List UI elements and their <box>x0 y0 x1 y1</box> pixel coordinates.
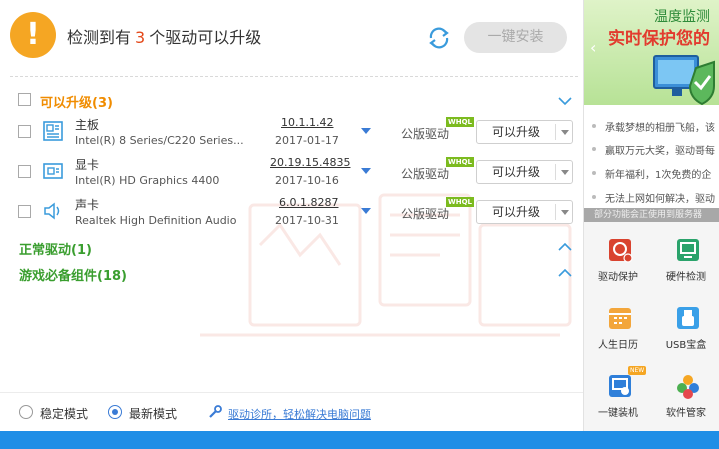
banner-subtitle: 实时保护您的 <box>608 29 710 49</box>
news-list: 承载梦想的相册飞船，该 赢取万元大奖，驱动哥每 新年福利，1次免费的企 无法上网… <box>584 105 719 222</box>
driver-checkbox[interactable] <box>18 205 31 218</box>
usb-icon <box>677 307 699 329</box>
driver-clinic-link[interactable]: 驱动诊所，轻松解决电脑问题 <box>228 406 371 422</box>
version-dropdown-icon[interactable] <box>361 128 371 134</box>
motherboard-icon <box>43 121 63 141</box>
upgrade-action-button[interactable]: 可以升级 <box>476 120 573 144</box>
news-item[interactable]: 无法上网如何解决，驱动 <box>592 190 715 205</box>
mode-stable-radio[interactable] <box>19 405 33 419</box>
driver-checkbox[interactable] <box>18 165 31 178</box>
footer-divider <box>0 392 583 393</box>
expand-normal-chevron-icon[interactable] <box>557 242 573 252</box>
device-model: Realtek High Definition Audio <box>75 214 237 227</box>
driver-type: 公版驱动 <box>401 207 450 221</box>
tool-label: 人生日历 <box>598 340 638 351</box>
whql-badge: WHQL <box>446 157 474 167</box>
software-manager-icon <box>677 375 699 399</box>
button-separator <box>555 164 556 180</box>
tool-one-click-install[interactable]: NEW 一键装机 <box>584 364 652 431</box>
driver-date: 2017-01-17 <box>275 134 339 147</box>
warning-icon: ! <box>10 12 56 58</box>
graphics-card-icon <box>43 163 63 179</box>
section-game-title[interactable]: 游戏必备组件(18) <box>19 265 127 284</box>
driver-main-panel: ! 检测到有 3 个驱动可以升级 一键安装 可以升级(3) 主板 Intel(R) … <box>0 0 583 431</box>
one-click-install-button[interactable]: 一键安装 <box>464 22 567 53</box>
headline-prefix: 检测到有 <box>67 28 132 47</box>
mode-latest-label[interactable]: 最新模式 <box>129 405 177 422</box>
upgrade-action-label: 可以升级 <box>491 125 540 139</box>
chevron-down-icon[interactable] <box>561 130 569 135</box>
tool-label: 软件管家 <box>666 408 706 419</box>
driver-type: 公版驱动 <box>401 167 450 181</box>
device-name: 声卡 <box>75 198 100 212</box>
device-model: Intel(R) 8 Series/C220 Series... <box>75 134 244 147</box>
refresh-icon[interactable] <box>425 24 453 52</box>
tool-label: 驱动保护 <box>598 272 638 283</box>
calendar-icon <box>609 308 631 329</box>
upgrade-count: 3 <box>135 28 146 47</box>
whql-badge: WHQL <box>446 117 474 127</box>
speaker-icon <box>44 202 60 220</box>
section-upgradable-title[interactable]: 可以升级(3) <box>40 92 113 111</box>
driver-version-link[interactable]: 20.19.15.4835 <box>270 156 350 169</box>
detection-header: ! 检测到有 3 个驱动可以升级 一键安装 <box>0 0 583 75</box>
device-model: Intel(R) HD Graphics 4400 <box>75 174 220 187</box>
device-name: 显卡 <box>75 158 100 172</box>
driver-date: 2017-10-16 <box>275 174 339 187</box>
tool-driver-protect[interactable]: 驱动保护 <box>584 228 652 296</box>
tool-software-manager[interactable]: 软件管家 <box>652 364 719 431</box>
banner-title: 温度监测 <box>654 9 710 25</box>
expand-game-chevron-icon[interactable] <box>557 268 573 278</box>
driver-checkbox[interactable] <box>18 125 31 138</box>
mode-latest-radio[interactable] <box>108 405 122 419</box>
driver-protect-icon <box>609 239 633 263</box>
bottom-status-bar <box>0 431 719 449</box>
whql-badge: WHQL <box>446 197 474 207</box>
version-dropdown-icon[interactable] <box>361 208 371 214</box>
upgrade-action-button[interactable]: 可以升级 <box>476 200 573 224</box>
headline-suffix: 个驱动可以升级 <box>149 28 262 47</box>
upgrade-action-label: 可以升级 <box>491 205 540 219</box>
driver-version-link[interactable]: 6.0.1.8287 <box>279 196 338 209</box>
news-item[interactable]: 承载梦想的相册飞船，该 <box>592 119 715 134</box>
chevron-down-icon[interactable] <box>561 210 569 215</box>
tool-calendar[interactable]: 人生日历 <box>584 296 652 364</box>
detection-headline: 检测到有 3 个驱动可以升级 <box>67 24 261 48</box>
section-normal-title[interactable]: 正常驱动(1) <box>19 239 92 258</box>
tool-label: 硬件检测 <box>666 272 706 283</box>
driver-type: 公版驱动 <box>401 127 450 141</box>
driver-date: 2017-10-31 <box>275 214 339 227</box>
tool-usb[interactable]: USB宝盒 <box>652 296 719 364</box>
version-dropdown-icon[interactable] <box>361 168 371 174</box>
news-item[interactable]: 新年福利，1次免费的企 <box>592 166 711 181</box>
hardware-check-icon <box>677 239 699 261</box>
promo-banner[interactable]: 温度监测 实时保护您的 ‹ <box>584 0 719 105</box>
button-separator <box>555 124 556 140</box>
tool-label: 一键装机 <box>598 408 638 419</box>
collapse-upgradable-chevron-icon[interactable] <box>557 96 573 106</box>
notice-strip: 部分功能会正使用到服务器 <box>584 208 719 222</box>
chevron-down-icon[interactable] <box>561 170 569 175</box>
mode-stable-label[interactable]: 稳定模式 <box>40 405 88 422</box>
device-name: 主板 <box>75 118 100 132</box>
driver-version-link[interactable]: 10.1.1.42 <box>281 116 333 129</box>
upgrade-action-label: 可以升级 <box>491 165 540 179</box>
tool-label: USB宝盒 <box>665 340 707 351</box>
banner-prev-icon[interactable]: ‹ <box>590 38 596 57</box>
upgrade-action-button[interactable]: 可以升级 <box>476 160 573 184</box>
monitor-shield-icon <box>653 55 715 105</box>
new-badge: NEW <box>628 366 647 375</box>
button-separator <box>555 204 556 220</box>
side-panel: 温度监测 实时保护您的 ‹ 承载梦想的相册飞船，该 赢取万元大奖，驱动哥每 新年… <box>583 0 719 431</box>
news-item[interactable]: 赢取万元大奖，驱动哥每 <box>592 142 715 157</box>
header-divider <box>10 76 578 77</box>
select-all-upgradable-checkbox[interactable] <box>18 93 31 106</box>
one-click-install-icon <box>609 375 631 397</box>
wrench-icon <box>209 405 222 418</box>
tool-hardware-check[interactable]: 硬件检测 <box>652 228 719 296</box>
